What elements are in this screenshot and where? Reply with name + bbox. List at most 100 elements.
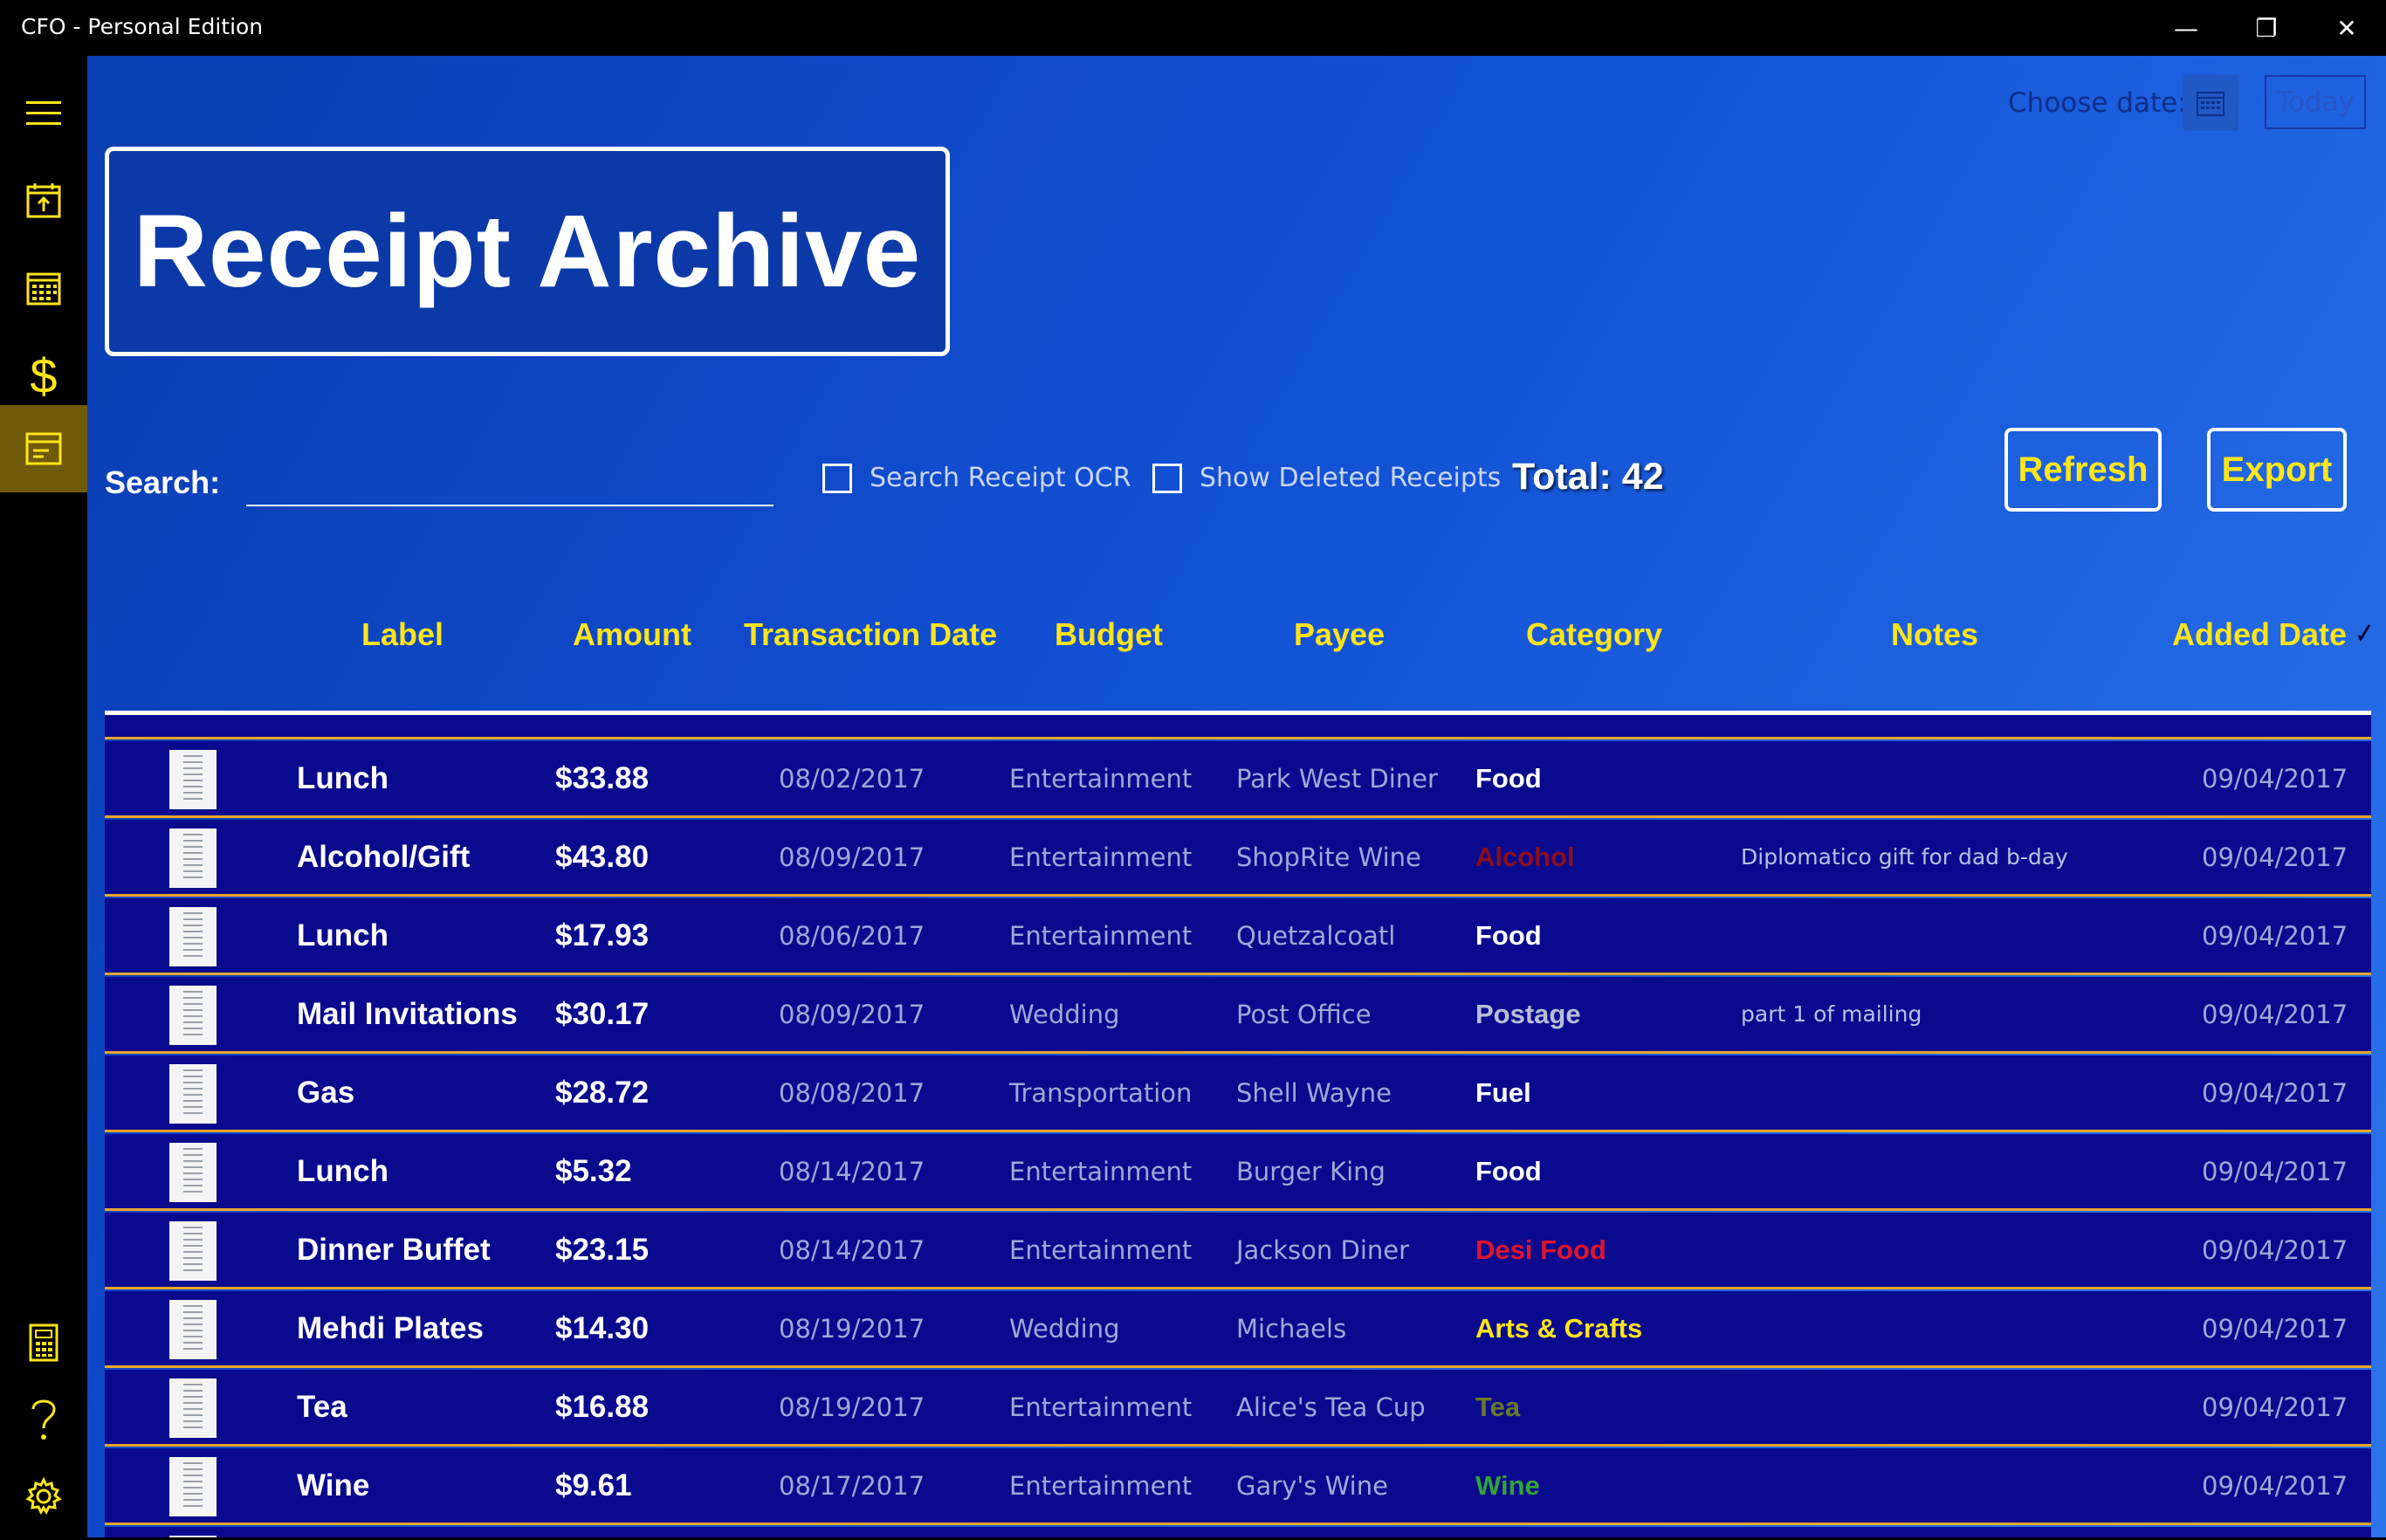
sort-descending-icon [2357,624,2371,643]
cell-payee: Post Office [1236,999,1372,1029]
cell-amount: $6.50 [555,1527,632,1537]
show-deleted-checkbox-box[interactable] [1152,463,1182,493]
table-row[interactable]: Wine $9.61 08/17/2017 Entertainment Gary's W… [105,1448,2371,1525]
receipt-thumbnail[interactable] [169,986,217,1045]
cell-amount: $14.30 [555,1310,650,1345]
today-button[interactable]: Today [2265,75,2366,129]
cell-transaction-date: 08/17/2017 [779,1470,925,1501]
calendar-icon [26,272,61,306]
show-deleted-checkbox[interactable]: Show Deleted Receipts [1152,463,1501,493]
cell-payee: Burger King [1236,1156,1386,1186]
table-row[interactable]: Gas $28.72 08/08/2017 Transportation Shell W… [105,1055,2371,1132]
column-header-transaction-date[interactable]: Transaction Date [744,616,997,653]
minimize-icon: — [2174,13,2198,43]
cell-category: Food [1475,1527,1542,1537]
search-input[interactable] [246,457,774,506]
table-row[interactable]: Tea $16.88 08/19/2017 Entertainment Alice's … [105,1370,2371,1447]
sidebar-item-calculator[interactable] [0,1299,87,1386]
cell-added-date: 09/04/2017 [2202,1470,2348,1501]
column-header-label[interactable]: Label [361,616,444,653]
page-title-box: Receipt Archive [105,147,950,356]
search-ocr-checkbox[interactable]: Search Receipt OCR [822,463,1131,493]
date-picker-button[interactable] [2183,75,2238,131]
cell-amount: $17.93 [555,918,650,952]
cell-label: Gas [297,1075,355,1110]
total-count: Total: 42 [1512,456,1664,498]
receipt-thumbnail[interactable] [169,907,217,966]
archive-icon [25,432,62,465]
sidebar-item-settings[interactable] [0,1453,87,1540]
cell-notes: Diplomatico gift for dad b-day [1741,844,2068,870]
cell-label: Dinner Buffet [297,1232,491,1267]
column-header-notes[interactable]: Notes [1891,616,1978,653]
cell-label: Lunch [297,918,388,952]
cell-budget: Wedding [1009,1313,1120,1344]
cell-budget: Entertainment [1009,920,1193,951]
receipt-thumbnail[interactable] [169,1378,217,1438]
cell-transaction-date: 08/14/2017 [779,1234,925,1265]
cell-added-date: 09/04/2017 [2202,842,2348,872]
sidebar-item-calendar-upload[interactable] [0,157,87,244]
cell-budget: Entertainment [1009,1234,1193,1265]
window-title: CFO - Personal Edition [21,14,264,39]
receipt-thumbnail[interactable] [169,1143,217,1202]
choose-date-label: Choose date: [2008,87,2187,119]
receipt-thumbnail[interactable] [169,828,217,888]
table-row[interactable]: Dinner Buffet $23.15 08/14/2017 Entertainme… [105,1213,2371,1289]
cell-category: Arts & Crafts [1475,1312,1643,1344]
cell-label: Tea [297,1389,347,1424]
cell-transaction-date: 08/19/2017 [779,1313,925,1344]
page-title: Receipt Archive [133,194,922,309]
sidebar-item-calendar[interactable] [0,244,87,332]
table-row[interactable]: Lunch $17.93 08/06/2017 Entertainment Quetza… [105,898,2371,975]
search-ocr-checkbox-box[interactable] [822,463,852,493]
table-row-partial[interactable] [105,715,2371,739]
minimize-button[interactable]: — [2146,0,2226,56]
restore-button[interactable]: ❐ [2226,0,2307,56]
cell-budget: Entertainment [1009,1156,1193,1186]
receipt-thumbnail[interactable] [169,1457,217,1516]
column-header-added-date[interactable]: Added Date [2172,616,2347,653]
cell-transaction-date: 08/19/2017 [779,1392,925,1422]
receipt-thumbnail[interactable] [169,1221,217,1281]
cell-transaction-date: 08/09/2017 [779,999,925,1029]
cell-budget: Entertainment [1009,1392,1193,1422]
cell-label: Wine [297,1468,370,1502]
close-button[interactable]: ✕ [2307,0,2386,56]
receipt-table: Lunch $33.88 08/02/2017 Entertainment Park W… [105,715,2371,1537]
cell-payee: Jackson Diner [1236,1234,1410,1265]
cell-added-date: 09/04/2017 [2202,1234,2348,1265]
column-header-category[interactable]: Category [1526,616,1662,653]
column-header-amount[interactable]: Amount [573,616,691,653]
sidebar-item-receipt-archive[interactable] [0,405,87,492]
cell-added-date: 09/04/2017 [2202,1392,2348,1422]
menu-button[interactable] [0,70,87,157]
cell-payee: Quetzalcoatl [1236,920,1396,951]
table-row[interactable]: Alcohol/Gift $43.80 08/09/2017 Entertainmen… [105,820,2371,897]
table-row[interactable]: Breakfast $6.50 08/20/2017 Entertainment Dun… [105,1527,2371,1537]
table-row[interactable]: Lunch $5.32 08/14/2017 Entertainment Burger … [105,1134,2371,1211]
receipt-thumbnail[interactable] [169,1064,217,1124]
column-header-budget[interactable]: Budget [1055,616,1163,653]
table-row[interactable]: Lunch $33.88 08/02/2017 Entertainment Park W… [105,741,2371,818]
cell-category: Alcohol [1475,841,1575,872]
restore-icon: ❐ [2255,13,2278,43]
table-row[interactable]: Mail Invitations $30.17 08/09/2017 Wedding P… [105,977,2371,1054]
cell-amount: $16.88 [555,1389,650,1424]
svg-text:$: $ [30,349,57,402]
cell-added-date: 09/04/2017 [2202,763,2348,794]
export-button[interactable]: Export [2207,428,2347,512]
refresh-button[interactable]: Refresh [2004,428,2162,512]
receipt-thumbnail[interactable] [169,1300,217,1359]
cell-transaction-date: 08/02/2017 [779,763,925,794]
sidebar-item-help[interactable] [0,1376,87,1463]
cell-amount: $30.17 [555,996,650,1031]
column-header-payee[interactable]: Payee [1294,616,1385,653]
table-header: Label Amount Transaction Date Budget Pay… [105,597,2371,715]
receipt-thumbnail[interactable] [169,750,217,809]
cell-category: Tea [1475,1391,1521,1422]
cell-added-date: 09/04/2017 [2202,1156,2348,1186]
cell-added-date: 09/04/2017 [2202,1527,2348,1537]
show-deleted-label: Show Deleted Receipts [1200,463,1502,493]
table-row[interactable]: Mehdi Plates $14.30 08/19/2017 Wedding Micha… [105,1291,2371,1368]
